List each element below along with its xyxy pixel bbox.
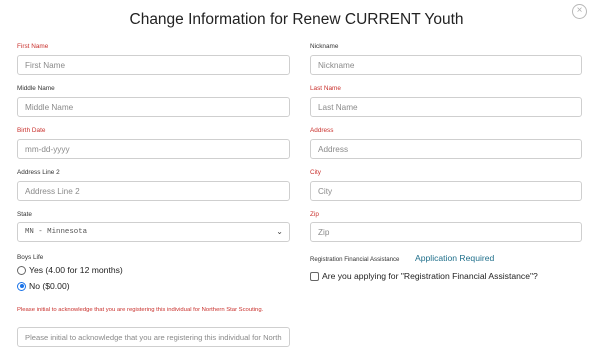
nickname-label: Nickname (310, 43, 339, 50)
boys-life-label: Boys Life (17, 254, 44, 261)
state-value: MN - Minnesota (25, 228, 88, 236)
middle-name-field[interactable] (17, 97, 290, 117)
acknowledgement-notice: Please initial to acknowledge that you a… (17, 307, 264, 313)
address-label: Address (310, 127, 334, 134)
birth-date-field[interactable] (17, 139, 290, 159)
acknowledgement-initials-field[interactable] (17, 327, 290, 347)
zip-field[interactable] (310, 222, 582, 242)
last-name-label: Last Name (310, 85, 341, 92)
financial-assistance-checkbox[interactable] (310, 271, 319, 281)
close-icon[interactable]: × (572, 4, 587, 19)
middle-name-label: Middle Name (17, 85, 55, 92)
first-name-label: First Name (17, 43, 49, 50)
financial-assistance-option[interactable]: Are you applying for "Registration Finan… (310, 271, 538, 281)
boys-life-yes-radio[interactable] (17, 265, 26, 275)
address-line-2-label: Address Line 2 (17, 169, 60, 176)
nickname-field[interactable] (310, 55, 582, 75)
state-select[interactable]: MN - Minnesota ⌄ (17, 222, 290, 242)
financial-assistance-label: Registration Financial Assistance (310, 256, 400, 263)
dialog-title: Change Information for Renew CURRENT You… (129, 11, 464, 28)
zip-label: Zip (310, 211, 319, 218)
address-line-2-field[interactable] (17, 181, 290, 201)
chevron-down-icon: ⌄ (276, 227, 283, 236)
city-label: City (310, 169, 322, 176)
boys-life-yes-label: Yes (4.00 for 12 months) (29, 265, 123, 275)
boys-life-yes-option[interactable]: Yes (4.00 for 12 months) (17, 265, 123, 275)
boys-life-no-radio[interactable] (17, 281, 26, 291)
city-field[interactable] (310, 181, 582, 201)
address-field[interactable] (310, 139, 582, 159)
last-name-field[interactable] (310, 97, 582, 117)
state-label: State (17, 211, 32, 218)
birth-date-label: Birth Date (17, 127, 46, 134)
application-required-link[interactable]: Application Required (415, 253, 494, 263)
financial-assistance-checkbox-label: Are you applying for "Registration Finan… (322, 271, 538, 281)
first-name-field[interactable] (17, 55, 290, 75)
boys-life-no-option[interactable]: No ($0.00) (17, 281, 70, 291)
boys-life-no-label: No ($0.00) (29, 281, 70, 291)
